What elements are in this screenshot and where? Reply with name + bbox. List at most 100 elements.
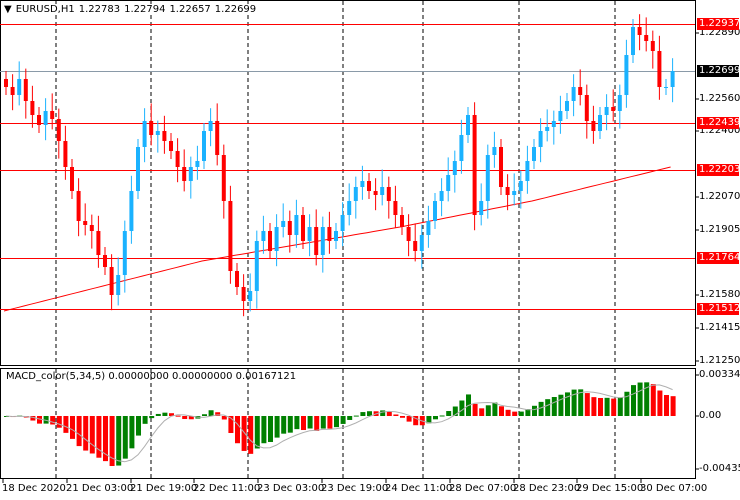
low-value: 1.22657 — [169, 4, 211, 15]
bull-candle — [604, 107, 609, 115]
bull-candle — [116, 275, 121, 295]
bear-candle — [50, 111, 55, 119]
bull-candle — [347, 201, 352, 215]
bear-candle — [637, 27, 642, 35]
bull-candle — [532, 147, 536, 161]
macd-histogram-bar — [353, 415, 359, 417]
bear-candle — [37, 115, 41, 125]
macd-histogram-bar — [314, 416, 320, 431]
collapse-triangle-icon[interactable]: ▼ — [4, 4, 12, 15]
macd-histogram-bar — [261, 416, 267, 444]
macd-histogram-bar — [492, 402, 498, 416]
macd-histogram-bar — [307, 416, 313, 429]
macd-histogram-bar — [248, 416, 254, 454]
time-axis-label: 30 Dec 07:00 — [640, 483, 708, 494]
bear-candle — [584, 95, 589, 121]
bear-candle — [162, 131, 167, 141]
bull-candle — [340, 215, 345, 231]
bear-candle — [235, 271, 239, 287]
macd-histogram-bar — [459, 400, 465, 416]
bear-candle — [413, 241, 418, 251]
macd-histogram-bar — [604, 397, 610, 416]
bull-candle — [624, 55, 629, 95]
macd-histogram-bar — [208, 410, 214, 416]
macd-indicator-label: MACD_color(5,34,5) 0.00000000 0.00000000… — [6, 371, 297, 382]
bull-candle — [631, 27, 635, 55]
bear-candle — [472, 115, 477, 215]
macd-histogram-bar — [116, 416, 122, 466]
bull-candle — [538, 131, 543, 147]
bear-candle — [76, 191, 81, 221]
bear-candle — [221, 155, 226, 201]
bear-candle — [386, 187, 391, 201]
bull-candle — [558, 111, 563, 121]
bull-candle — [155, 131, 160, 135]
macd-histogram-bar — [650, 384, 656, 416]
bull-candle — [459, 135, 464, 161]
bull-candle — [254, 241, 259, 291]
macd-histogram-bar — [294, 416, 300, 430]
close-value: 1.22699 — [214, 4, 257, 15]
bear-candle — [400, 215, 404, 227]
macd-histogram-bar — [327, 416, 333, 429]
bull-candle — [188, 167, 193, 181]
bear-candle — [591, 121, 596, 131]
time-axis-label: 23 Dec 19:00 — [321, 483, 389, 494]
time-axis-label: 21 Dec 03:00 — [66, 483, 134, 494]
macd-histogram-bar — [400, 416, 405, 418]
macd-histogram-bar — [584, 393, 590, 416]
macd-histogram-bar — [598, 397, 603, 416]
macd-histogram-bar — [591, 397, 597, 416]
macd-histogram-bar — [386, 411, 392, 416]
time-axis-label: 21 Dec 19:00 — [130, 483, 198, 494]
price-axis-label: 1.22560 — [699, 93, 740, 104]
bull-candle — [551, 121, 556, 127]
macd-histogram-bar — [301, 416, 306, 431]
macd-histogram-bar — [96, 416, 102, 458]
bear-candle — [367, 181, 371, 191]
bull-candle — [281, 221, 286, 227]
bear-candle — [4, 79, 8, 87]
chart-canvas[interactable] — [0, 0, 740, 500]
bull-candle — [479, 201, 484, 215]
macd-histogram-bar — [545, 399, 551, 416]
macd-axis-label: 0.00 — [699, 410, 722, 421]
main-pane-border — [0, 0, 696, 366]
bear-candle — [578, 87, 583, 95]
bull-candle — [334, 231, 338, 241]
time-axis-label: 28 Dec 07:00 — [449, 483, 517, 494]
macd-histogram-bar — [657, 390, 663, 416]
macd-histogram-bar — [611, 398, 617, 416]
high-value: 1.22794 — [124, 4, 166, 15]
bear-candle — [149, 121, 154, 135]
bull-candle — [208, 121, 213, 131]
macd-histogram-bar — [142, 416, 148, 424]
bull-candle — [545, 127, 550, 131]
macd-histogram-bar — [155, 413, 161, 416]
level-price-tag: 1.21764 — [697, 252, 740, 265]
time-axis-label: 24 Dec 11:00 — [385, 483, 453, 494]
macd-histogram-bar — [162, 412, 168, 416]
macd-histogram-bar — [235, 416, 240, 444]
bear-candle — [499, 147, 503, 187]
macd-histogram-bar — [76, 416, 82, 447]
price-axis-label: 1.21415 — [699, 322, 740, 333]
bear-candle — [83, 221, 88, 225]
bear-candle — [650, 41, 655, 51]
price-axis-label: 1.21905 — [699, 224, 740, 235]
macd-histogram-bar — [380, 410, 386, 416]
macd-histogram-bar — [512, 411, 518, 416]
symbol-label: EURUSD,H1 — [15, 4, 75, 15]
macd-histogram-bar — [268, 416, 273, 442]
macd-histogram-bar — [558, 394, 564, 416]
bear-candle — [657, 51, 662, 87]
bull-candle — [142, 121, 147, 147]
macd-axis-label: 0.0033484 — [699, 369, 740, 380]
bear-candle — [23, 79, 28, 101]
bull-candle — [571, 87, 576, 101]
macd-histogram-bar — [202, 414, 207, 416]
macd-histogram-bar — [472, 403, 478, 416]
macd-histogram-bar — [89, 416, 95, 454]
bull-candle — [380, 187, 385, 195]
chart-title: ▼ EURUSD,H1 1.22783 1.22794 1.22657 1.22… — [4, 4, 257, 15]
